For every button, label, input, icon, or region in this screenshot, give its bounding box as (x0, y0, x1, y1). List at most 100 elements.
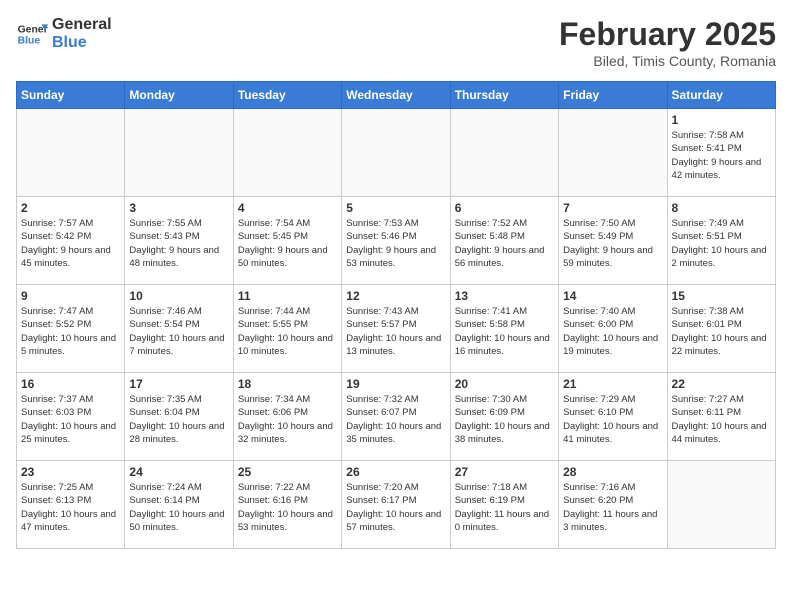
day-info: Sunrise: 7:44 AM Sunset: 5:55 PM Dayligh… (238, 305, 337, 358)
weekday-header-monday: Monday (125, 82, 233, 109)
calendar-week-row: 23 Sunrise: 7:25 AM Sunset: 6:13 PM Dayli… (17, 461, 776, 549)
title-block: February 2025 Biled, Timis County, Roman… (559, 16, 776, 69)
day-info: Sunrise: 7:34 AM Sunset: 6:06 PM Dayligh… (238, 393, 337, 446)
logo-icon: General Blue (16, 18, 48, 50)
day-number: 11 (238, 289, 337, 303)
day-number: 18 (238, 377, 337, 391)
day-info: Sunrise: 7:16 AM Sunset: 6:20 PM Dayligh… (563, 481, 662, 534)
day-info: Sunrise: 7:18 AM Sunset: 6:19 PM Dayligh… (455, 481, 554, 534)
weekday-header-wednesday: Wednesday (342, 82, 450, 109)
day-number: 8 (672, 201, 771, 215)
day-number: 23 (21, 465, 120, 479)
day-number: 14 (563, 289, 662, 303)
logo: General Blue General Blue (16, 16, 112, 51)
calendar-day-cell: 22 Sunrise: 7:27 AM Sunset: 6:11 PM Dayli… (667, 373, 775, 461)
day-info: Sunrise: 7:43 AM Sunset: 5:57 PM Dayligh… (346, 305, 445, 358)
day-info: Sunrise: 7:37 AM Sunset: 6:03 PM Dayligh… (21, 393, 120, 446)
day-info: Sunrise: 7:41 AM Sunset: 5:58 PM Dayligh… (455, 305, 554, 358)
day-info: Sunrise: 7:27 AM Sunset: 6:11 PM Dayligh… (672, 393, 771, 446)
month-title: February 2025 (559, 16, 776, 53)
day-info: Sunrise: 7:58 AM Sunset: 5:41 PM Dayligh… (672, 129, 771, 182)
calendar-day-cell: 10 Sunrise: 7:46 AM Sunset: 5:54 PM Dayli… (125, 285, 233, 373)
day-number: 1 (672, 113, 771, 127)
day-info: Sunrise: 7:25 AM Sunset: 6:13 PM Dayligh… (21, 481, 120, 534)
day-number: 12 (346, 289, 445, 303)
day-info: Sunrise: 7:32 AM Sunset: 6:07 PM Dayligh… (346, 393, 445, 446)
calendar-day-cell: 28 Sunrise: 7:16 AM Sunset: 6:20 PM Dayli… (559, 461, 667, 549)
day-number: 10 (129, 289, 228, 303)
calendar-day-cell: 26 Sunrise: 7:20 AM Sunset: 6:17 PM Dayli… (342, 461, 450, 549)
weekday-header-saturday: Saturday (667, 82, 775, 109)
day-number: 4 (238, 201, 337, 215)
day-info: Sunrise: 7:50 AM Sunset: 5:49 PM Dayligh… (563, 217, 662, 270)
calendar-day-cell: 20Sunrise: 7:30 AM Sunset: 6:09 PM Dayli… (450, 373, 558, 461)
calendar-day-cell: 19 Sunrise: 7:32 AM Sunset: 6:07 PM Dayli… (342, 373, 450, 461)
calendar-day-cell: 4 Sunrise: 7:54 AM Sunset: 5:45 PM Daylig… (233, 197, 341, 285)
calendar-day-cell (559, 109, 667, 197)
weekday-header-tuesday: Tuesday (233, 82, 341, 109)
calendar-day-cell: 11 Sunrise: 7:44 AM Sunset: 5:55 PM Dayli… (233, 285, 341, 373)
calendar-day-cell: 3 Sunrise: 7:55 AM Sunset: 5:43 PM Daylig… (125, 197, 233, 285)
day-info: Sunrise: 7:30 AM Sunset: 6:09 PM Dayligh… (455, 393, 554, 446)
weekday-header-thursday: Thursday (450, 82, 558, 109)
calendar-day-cell: 12 Sunrise: 7:43 AM Sunset: 5:57 PM Dayli… (342, 285, 450, 373)
calendar-day-cell: 16 Sunrise: 7:37 AM Sunset: 6:03 PM Dayli… (17, 373, 125, 461)
weekday-header-sunday: Sunday (17, 82, 125, 109)
day-info: Sunrise: 7:35 AM Sunset: 6:04 PM Dayligh… (129, 393, 228, 446)
day-number: 24 (129, 465, 228, 479)
calendar-day-cell: 9 Sunrise: 7:47 AM Sunset: 5:52 PM Daylig… (17, 285, 125, 373)
day-info: Sunrise: 7:29 AM Sunset: 6:10 PM Dayligh… (563, 393, 662, 446)
day-number: 19 (346, 377, 445, 391)
day-number: 3 (129, 201, 228, 215)
day-info: Sunrise: 7:57 AM Sunset: 5:42 PM Dayligh… (21, 217, 120, 270)
logo-general-text: General (52, 16, 112, 34)
svg-text:Blue: Blue (18, 35, 41, 46)
day-number: 13 (455, 289, 554, 303)
calendar-day-cell: 14 Sunrise: 7:40 AM Sunset: 6:00 PM Dayli… (559, 285, 667, 373)
calendar-week-row: 2Sunrise: 7:57 AM Sunset: 5:42 PM Daylig… (17, 197, 776, 285)
day-info: Sunrise: 7:38 AM Sunset: 6:01 PM Dayligh… (672, 305, 771, 358)
calendar-day-cell: 5 Sunrise: 7:53 AM Sunset: 5:46 PM Daylig… (342, 197, 450, 285)
calendar-day-cell: 7Sunrise: 7:50 AM Sunset: 5:49 PM Daylig… (559, 197, 667, 285)
calendar-week-row: 16 Sunrise: 7:37 AM Sunset: 6:03 PM Dayli… (17, 373, 776, 461)
day-info: Sunrise: 7:40 AM Sunset: 6:00 PM Dayligh… (563, 305, 662, 358)
day-number: 9 (21, 289, 120, 303)
calendar-day-cell (342, 109, 450, 197)
page-header: General Blue General Blue February 2025 … (16, 16, 776, 69)
day-number: 28 (563, 465, 662, 479)
day-number: 6 (455, 201, 554, 215)
day-number: 5 (346, 201, 445, 215)
calendar-day-cell: 17 Sunrise: 7:35 AM Sunset: 6:04 PM Dayli… (125, 373, 233, 461)
day-number: 17 (129, 377, 228, 391)
calendar-day-cell: 1 Sunrise: 7:58 AM Sunset: 5:41 PM Daylig… (667, 109, 775, 197)
day-number: 15 (672, 289, 771, 303)
calendar-day-cell (233, 109, 341, 197)
logo-blue-text: Blue (52, 34, 112, 52)
day-info: Sunrise: 7:46 AM Sunset: 5:54 PM Dayligh… (129, 305, 228, 358)
day-info: Sunrise: 7:55 AM Sunset: 5:43 PM Dayligh… (129, 217, 228, 270)
day-info: Sunrise: 7:20 AM Sunset: 6:17 PM Dayligh… (346, 481, 445, 534)
calendar-day-cell (125, 109, 233, 197)
calendar-day-cell: 2Sunrise: 7:57 AM Sunset: 5:42 PM Daylig… (17, 197, 125, 285)
day-info: Sunrise: 7:24 AM Sunset: 6:14 PM Dayligh… (129, 481, 228, 534)
calendar-day-cell: 15 Sunrise: 7:38 AM Sunset: 6:01 PM Dayli… (667, 285, 775, 373)
day-info: Sunrise: 7:47 AM Sunset: 5:52 PM Dayligh… (21, 305, 120, 358)
calendar-table: SundayMondayTuesdayWednesdayThursdayFrid… (16, 81, 776, 549)
calendar-day-cell: 27 Sunrise: 7:18 AM Sunset: 6:19 PM Dayli… (450, 461, 558, 549)
calendar-day-cell: 25Sunrise: 7:22 AM Sunset: 6:16 PM Dayli… (233, 461, 341, 549)
day-number: 26 (346, 465, 445, 479)
day-number: 16 (21, 377, 120, 391)
calendar-day-cell: 24 Sunrise: 7:24 AM Sunset: 6:14 PM Dayli… (125, 461, 233, 549)
calendar-day-cell: 8Sunrise: 7:49 AM Sunset: 5:51 PM Daylig… (667, 197, 775, 285)
day-info: Sunrise: 7:52 AM Sunset: 5:48 PM Dayligh… (455, 217, 554, 270)
weekday-header-friday: Friday (559, 82, 667, 109)
calendar-week-row: 9 Sunrise: 7:47 AM Sunset: 5:52 PM Daylig… (17, 285, 776, 373)
day-number: 27 (455, 465, 554, 479)
calendar-day-cell: 18 Sunrise: 7:34 AM Sunset: 6:06 PM Dayli… (233, 373, 341, 461)
calendar-day-cell: 21Sunrise: 7:29 AM Sunset: 6:10 PM Dayli… (559, 373, 667, 461)
day-info: Sunrise: 7:53 AM Sunset: 5:46 PM Dayligh… (346, 217, 445, 270)
day-info: Sunrise: 7:54 AM Sunset: 5:45 PM Dayligh… (238, 217, 337, 270)
calendar-day-cell (17, 109, 125, 197)
day-number: 22 (672, 377, 771, 391)
calendar-day-cell (667, 461, 775, 549)
